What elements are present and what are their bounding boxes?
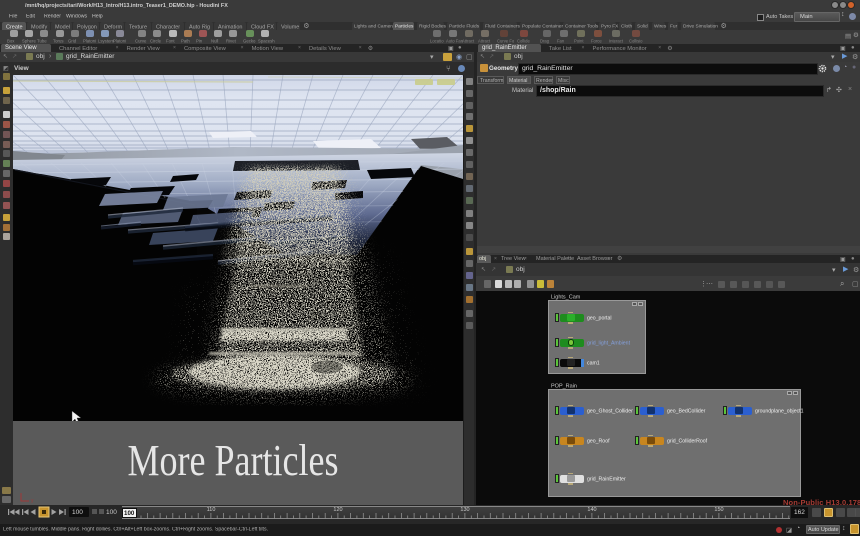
svg-text:110: 110 — [207, 507, 216, 513]
svg-text:120: 120 — [333, 507, 342, 513]
svg-text:More Particles: More Particles — [128, 436, 339, 485]
svg-text:140: 140 — [587, 507, 596, 513]
svg-text:130: 130 — [460, 507, 469, 513]
svg-text:150: 150 — [714, 507, 723, 513]
